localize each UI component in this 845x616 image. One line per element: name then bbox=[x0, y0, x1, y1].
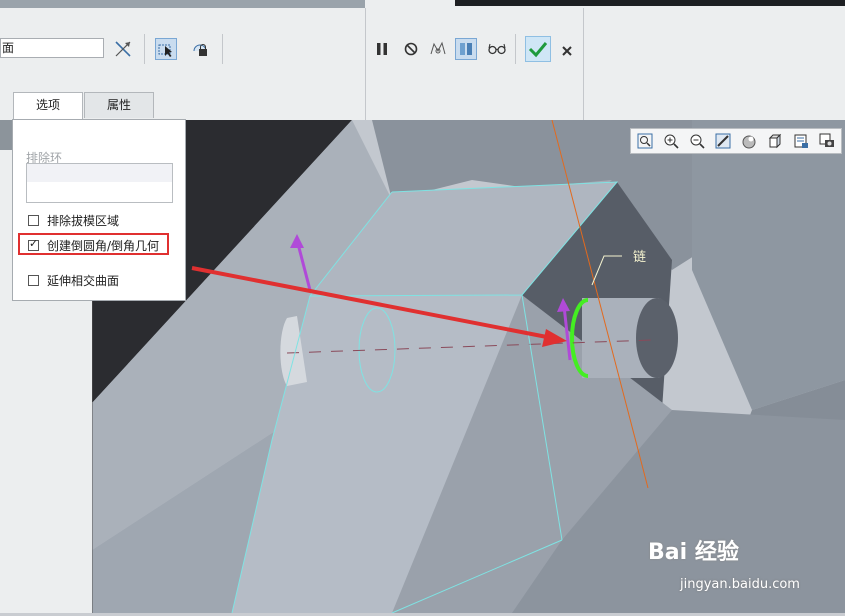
preview-geometry-icon[interactable] bbox=[427, 38, 449, 60]
zoom-out-icon[interactable] bbox=[689, 133, 705, 149]
exclude-draft-area-checkbox[interactable]: 排除拔模区域 bbox=[28, 212, 119, 229]
ribbon-separator bbox=[222, 34, 223, 64]
ribbon-group-separator bbox=[583, 8, 584, 120]
ribbon-separator bbox=[144, 34, 145, 64]
glasses-icon[interactable] bbox=[486, 38, 508, 60]
axis-arrow-icon[interactable] bbox=[112, 38, 134, 60]
panel-header-strip bbox=[0, 120, 12, 150]
checkbox-box[interactable] bbox=[28, 215, 39, 226]
screenshot-icon[interactable] bbox=[819, 133, 835, 149]
ok-check-icon[interactable] bbox=[525, 36, 551, 62]
exclude-loop-collector[interactable] bbox=[26, 163, 173, 203]
lock-select-icon[interactable] bbox=[189, 38, 211, 60]
annotation-highlight-box bbox=[18, 233, 169, 255]
repaint-icon[interactable] bbox=[715, 133, 731, 149]
verify-icon[interactable] bbox=[455, 38, 477, 60]
checkbox-label: 延伸相交曲面 bbox=[47, 274, 120, 288]
view-manager-icon[interactable] bbox=[793, 133, 809, 149]
tab-properties[interactable]: 属性 bbox=[84, 92, 154, 118]
collector-selected-row bbox=[27, 164, 172, 182]
ribbon-top-strip bbox=[0, 0, 365, 8]
dashboard-tabs: 选项 属性 bbox=[0, 92, 365, 120]
ribbon-top-strip-dark bbox=[455, 0, 845, 6]
display-style-icon[interactable] bbox=[741, 133, 757, 149]
stop-icon[interactable] bbox=[400, 38, 422, 60]
checkbox-box[interactable] bbox=[28, 275, 39, 286]
view-toolbar bbox=[630, 128, 842, 154]
zoom-in-icon[interactable] bbox=[663, 133, 679, 149]
ribbon: 面 选项 属性 bbox=[0, 0, 845, 120]
select-arrow-icon[interactable] bbox=[155, 38, 177, 60]
chain-label: 链 bbox=[633, 250, 647, 265]
cancel-x-icon[interactable] bbox=[556, 40, 578, 62]
ribbon-separator bbox=[515, 34, 516, 64]
baidu-watermark: Bai 经验 bbox=[648, 540, 739, 565]
reference-combo[interactable]: 面 bbox=[0, 38, 104, 58]
options-panel: 排除环 排除拔模区域 ✓ 创建倒圆角/倒角几何 延伸相交曲面 bbox=[12, 119, 186, 301]
watermark-url: jingyan.baidu.com bbox=[680, 577, 800, 592]
ribbon-group-separator bbox=[365, 8, 366, 120]
saved-views-icon[interactable] bbox=[767, 133, 783, 149]
checkbox-label: 排除拔模区域 bbox=[47, 214, 120, 228]
zoom-fit-icon[interactable] bbox=[637, 133, 653, 149]
pause-icon[interactable] bbox=[371, 38, 393, 60]
extend-intersect-surfaces-checkbox[interactable]: 延伸相交曲面 bbox=[28, 272, 119, 289]
tab-options[interactable]: 选项 bbox=[13, 92, 83, 120]
